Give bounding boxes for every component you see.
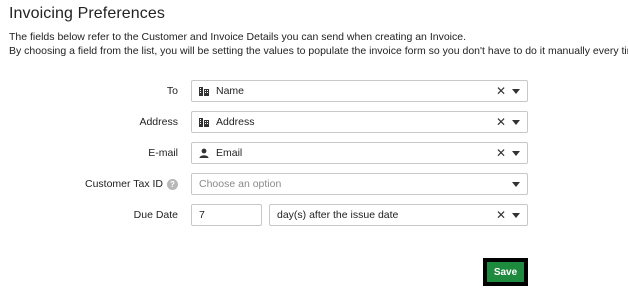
address-select[interactable]: Address ✕ — [191, 111, 528, 133]
tax-id-row: Customer Tax ID ? Choose an option — [0, 173, 628, 197]
address-value: Address — [216, 116, 255, 128]
page-description: The fields below refer to the Customer a… — [9, 30, 628, 58]
clear-icon[interactable]: ✕ — [495, 209, 507, 221]
chevron-down-icon[interactable] — [512, 150, 520, 156]
tax-id-select[interactable]: Choose an option — [191, 173, 528, 195]
due-date-label: Due Date — [133, 209, 178, 221]
chevron-down-icon[interactable] — [512, 212, 520, 218]
tax-id-label: Customer Tax ID — [85, 178, 163, 190]
due-date-row: Due Date day(s) after the issue date ✕ — [0, 204, 628, 228]
to-select[interactable]: Name ✕ — [191, 80, 528, 102]
clear-icon[interactable]: ✕ — [495, 85, 507, 97]
email-select[interactable]: Email ✕ — [191, 142, 528, 164]
person-icon — [199, 148, 209, 158]
email-row: E-mail Email ✕ — [0, 142, 628, 166]
chevron-down-icon[interactable] — [512, 88, 520, 94]
clear-icon[interactable]: ✕ — [495, 116, 507, 128]
id-card-icon — [199, 117, 209, 127]
due-days-input[interactable] — [191, 204, 262, 226]
id-card-icon — [199, 86, 209, 96]
address-label: Address — [139, 116, 178, 128]
chevron-down-icon[interactable] — [512, 119, 520, 125]
page-title: Invoicing Preferences — [9, 5, 165, 22]
save-button[interactable]: Save — [487, 262, 524, 282]
description-line-1: The fields below refer to the Customer a… — [9, 31, 467, 43]
tax-id-label-wrap: Customer Tax ID ? — [85, 178, 178, 190]
clear-icon[interactable]: ✕ — [495, 147, 507, 159]
address-row: Address Address ✕ — [0, 111, 628, 135]
due-date-unit-select[interactable]: day(s) after the issue date ✕ — [269, 204, 528, 226]
email-label: E-mail — [148, 147, 178, 159]
save-button-frame: Save — [483, 258, 528, 286]
to-value: Name — [216, 85, 245, 97]
help-icon[interactable]: ? — [167, 178, 178, 190]
to-label: To — [166, 85, 178, 97]
tax-id-placeholder: Choose an option — [199, 178, 282, 190]
to-row: To Name ✕ — [0, 80, 628, 104]
email-value: Email — [216, 147, 243, 159]
description-line-2: By choosing a field from the list, you w… — [9, 45, 628, 57]
chevron-down-icon[interactable] — [512, 181, 520, 187]
due-date-unit-value: day(s) after the issue date — [277, 209, 399, 221]
